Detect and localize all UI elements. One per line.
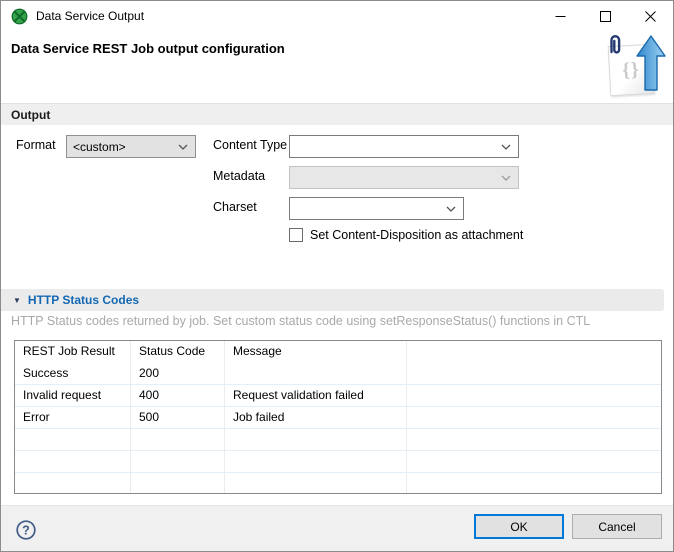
cancel-button[interactable]: Cancel — [572, 514, 662, 539]
dialog-window: Data Service Output Data Service REST Jo… — [0, 0, 674, 552]
table-row[interactable]: Error 500 Job failed — [15, 407, 661, 429]
help-button[interactable]: ? — [15, 519, 37, 541]
cell-message: Request validation failed — [225, 385, 407, 406]
column-header-rest-job-result: REST Job Result — [15, 341, 131, 363]
http-status-section-bar[interactable]: ▼ HTTP Status Codes — [1, 289, 664, 311]
content-type-combo[interactable] — [289, 135, 519, 158]
minimize-button[interactable] — [538, 1, 583, 31]
table-row-empty[interactable] — [15, 473, 661, 494]
column-header-message: Message — [225, 341, 407, 363]
dialog-header: Data Service REST Job output configurati… — [1, 31, 673, 103]
output-section-title: Output — [11, 108, 50, 122]
maximize-icon — [600, 11, 611, 22]
minimize-icon — [555, 11, 566, 22]
status-codes-table[interactable]: REST Job Result Status Code Message Succ… — [14, 340, 662, 494]
title-bar: Data Service Output — [1, 1, 673, 31]
cell-result: Error — [15, 407, 131, 428]
chevron-down-icon — [501, 144, 511, 150]
content-disposition-row: Set Content-Disposition as attachment — [289, 228, 523, 242]
ok-button[interactable]: OK — [474, 514, 564, 539]
cell-extra — [407, 407, 661, 428]
cell-result: Invalid request — [15, 385, 131, 406]
cell-code: 500 — [131, 407, 225, 428]
close-icon — [645, 11, 656, 22]
data-service-output-icon: {} — [601, 33, 667, 101]
chevron-down-icon — [501, 175, 511, 181]
http-status-section-title[interactable]: HTTP Status Codes — [28, 293, 139, 307]
chevron-down-icon — [446, 206, 456, 212]
content-disposition-label: Set Content-Disposition as attachment — [310, 228, 523, 242]
dialog-title: Data Service REST Job output configurati… — [11, 41, 285, 56]
chevron-down-icon — [178, 144, 188, 150]
metadata-label: Metadata — [213, 165, 265, 188]
charset-label: Charset — [213, 196, 257, 219]
clover-app-icon — [11, 8, 28, 25]
content-type-label: Content Type — [213, 134, 287, 157]
cell-result: Success — [15, 363, 131, 384]
collapse-triangle-icon[interactable]: ▼ — [13, 296, 21, 305]
svg-text:?: ? — [22, 524, 30, 538]
cell-message: Job failed — [225, 407, 407, 428]
paperclip-icon — [607, 33, 623, 59]
format-combo[interactable]: <custom> — [66, 135, 196, 158]
table-row[interactable]: Invalid request 400 Request validation f… — [15, 385, 661, 407]
format-label: Format — [16, 134, 56, 157]
help-icon: ? — [15, 519, 37, 541]
column-header-status-code: Status Code — [131, 341, 225, 363]
http-status-description: HTTP Status codes returned by job. Set c… — [11, 314, 590, 328]
cell-code: 200 — [131, 363, 225, 384]
content-disposition-checkbox[interactable] — [289, 228, 303, 242]
cell-code: 400 — [131, 385, 225, 406]
maximize-button[interactable] — [583, 1, 628, 31]
table-row-empty[interactable] — [15, 429, 661, 451]
cell-extra — [407, 385, 661, 406]
format-value: <custom> — [67, 140, 178, 154]
up-arrow-icon — [635, 35, 667, 91]
output-section-bar: Output — [1, 103, 673, 125]
table-header-row: REST Job Result Status Code Message — [15, 341, 661, 363]
table-row-empty[interactable] — [15, 451, 661, 473]
window-controls — [538, 1, 673, 31]
charset-combo[interactable] — [289, 197, 464, 220]
metadata-combo — [289, 166, 519, 189]
window-title: Data Service Output — [36, 9, 144, 23]
table-row[interactable]: Success 200 — [15, 363, 661, 385]
cell-message — [225, 363, 407, 384]
close-button[interactable] — [628, 1, 673, 31]
cell-extra — [407, 363, 661, 384]
column-header-extra — [407, 341, 661, 363]
